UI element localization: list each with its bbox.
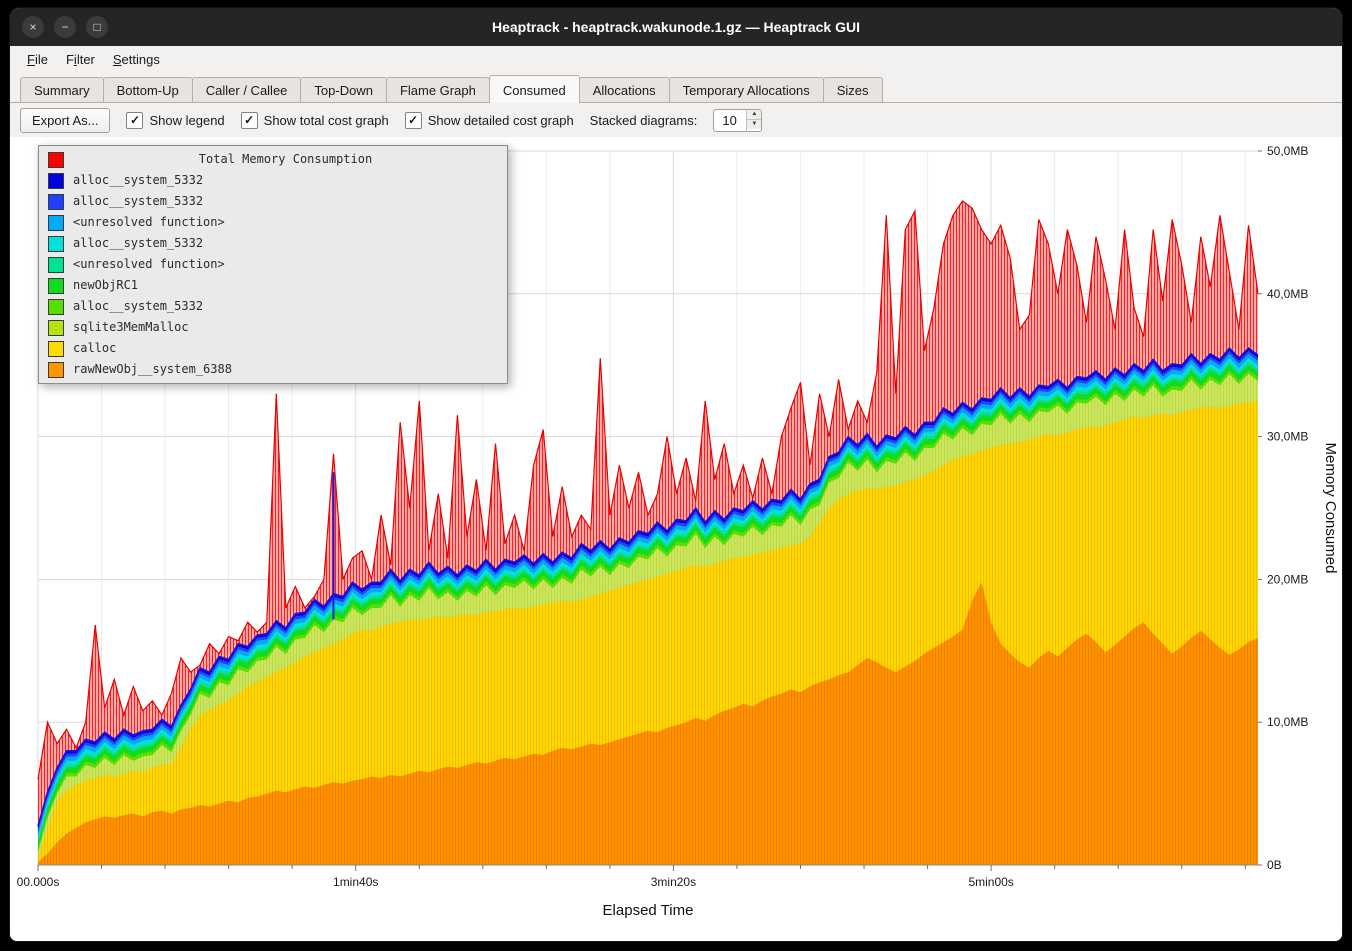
legend-title-row: Total Memory Consumption [39,149,507,170]
checkbox-check-icon[interactable]: ✓ [241,112,258,129]
tab-allocations[interactable]: Allocations [579,77,670,102]
checkbox-show-total-cost-graph[interactable]: ✓ Show total cost graph [241,112,389,129]
legend-label: Total Memory Consumption [73,151,498,168]
maximize-button[interactable]: □ [86,16,108,38]
checkbox-show-detailed-cost-graph[interactable]: ✓ Show detailed cost graph [405,112,574,129]
y-tick-label: 30,0MB [1267,430,1308,444]
legend-color-swatch [48,341,64,357]
toolbar: Export As... ✓ Show legend ✓ Show total cos… [10,103,1342,137]
legend-label: <unresolved function> [73,256,225,273]
spinner-buttons: ▲ ▼ [746,110,761,131]
stacked-diagrams-label: Stacked diagrams: [590,113,698,128]
legend-color-swatch [48,362,64,378]
legend-label: alloc__system_5332 [73,235,203,252]
x-tick-label: 3min20s [651,875,696,889]
x-tick-label: 5min00s [968,875,1013,889]
menubar: FileFilterSettings [10,46,1342,72]
checkbox-show-legend[interactable]: ✓ Show legend [126,112,224,129]
legend-label: alloc__system_5332 [73,298,203,315]
menu-file[interactable]: File [18,49,57,70]
tab-top-down[interactable]: Top-Down [300,77,387,102]
checkbox-check-icon[interactable]: ✓ [405,112,422,129]
minimize-button[interactable]: − [54,16,76,38]
legend-color-swatch [48,236,64,252]
tab-caller-callee[interactable]: Caller / Callee [192,77,302,102]
legend-color-swatch [48,257,64,273]
chart-legend: Total Memory Consumption alloc__system_53… [38,145,508,384]
legend-color-swatch [48,215,64,231]
legend-item: alloc__system_5332 [39,233,507,254]
stacked-diagrams-spinner[interactable]: 10 ▲ ▼ [713,109,762,132]
window-title: Heaptrack - heaptrack.wakunode.1.gz — He… [10,19,1342,35]
legend-color-swatch [48,152,64,168]
legend-item: alloc__system_5332 [39,296,507,317]
app-window: ×−□ Heaptrack - heaptrack.wakunode.1.gz … [10,8,1342,941]
legend-color-swatch [48,173,64,189]
legend-item: sqlite3MemMalloc [39,317,507,338]
legend-item: rawNewObj__system_6388 [39,359,507,380]
legend-label: alloc__system_5332 [73,172,203,189]
legend-label: alloc__system_5332 [73,193,203,210]
close-button[interactable]: × [22,16,44,38]
y-tick-label: 0B [1267,858,1282,872]
tab-flame-graph[interactable]: Flame Graph [386,77,490,102]
x-axis-title: Elapsed Time [603,902,694,919]
legend-label: sqlite3MemMalloc [73,319,189,336]
tab-sizes[interactable]: Sizes [823,77,883,102]
legend-item: alloc__system_5332 [39,170,507,191]
legend-label: <unresolved function> [73,214,225,231]
y-tick-label: 10,0MB [1267,715,1308,729]
y-tick-label: 20,0MB [1267,572,1308,586]
y-tick-label: 40,0MB [1267,287,1308,301]
legend-label: rawNewObj__system_6388 [73,361,232,378]
y-tick-label: 50,0MB [1267,144,1308,158]
legend-color-swatch [48,299,64,315]
legend-color-swatch [48,320,64,336]
tab-temporary-allocations[interactable]: Temporary Allocations [669,77,824,102]
spinner-value[interactable]: 10 [714,110,746,131]
checkbox-check-icon[interactable]: ✓ [126,112,143,129]
titlebar[interactable]: ×−□ Heaptrack - heaptrack.wakunode.1.gz … [10,8,1342,46]
legend-item: calloc [39,338,507,359]
chart-area: 00.000s 1min40s 3min20s 5min00s 0B 10,0MB 20,0… [10,137,1342,941]
y-axis-title: Memory Consumed [1322,443,1339,574]
legend-item: <unresolved function> [39,212,507,233]
x-tick-label: 00.000s [17,875,60,889]
spinner-down-button[interactable]: ▼ [747,120,761,129]
legend-label: calloc [73,340,116,357]
window-controls: ×−□ [10,16,108,38]
legend-item: newObjRC1 [39,275,507,296]
legend-color-swatch [48,278,64,294]
legend-label: newObjRC1 [73,277,138,294]
tab-consumed[interactable]: Consumed [489,75,580,103]
legend-item: <unresolved function> [39,254,507,275]
checkbox-label: Show detailed cost graph [428,113,574,128]
legend-color-swatch [48,194,64,210]
menu-settings[interactable]: Settings [104,49,169,70]
tab-summary[interactable]: Summary [20,77,104,102]
toolbar-checkboxes: ✓ Show legend ✓ Show total cost graph ✓ Show … [126,112,573,129]
export-as-button[interactable]: Export As... [20,108,110,133]
menu-filter[interactable]: Filter [57,49,104,70]
x-tick-label: 1min40s [333,875,378,889]
tab-bottom-up[interactable]: Bottom-Up [103,77,193,102]
checkbox-label: Show legend [149,113,224,128]
spinner-up-button[interactable]: ▲ [747,110,761,120]
legend-item: alloc__system_5332 [39,191,507,212]
checkbox-label: Show total cost graph [264,113,389,128]
tabbar: SummaryBottom-UpCaller / CalleeTop-DownF… [10,72,1342,103]
